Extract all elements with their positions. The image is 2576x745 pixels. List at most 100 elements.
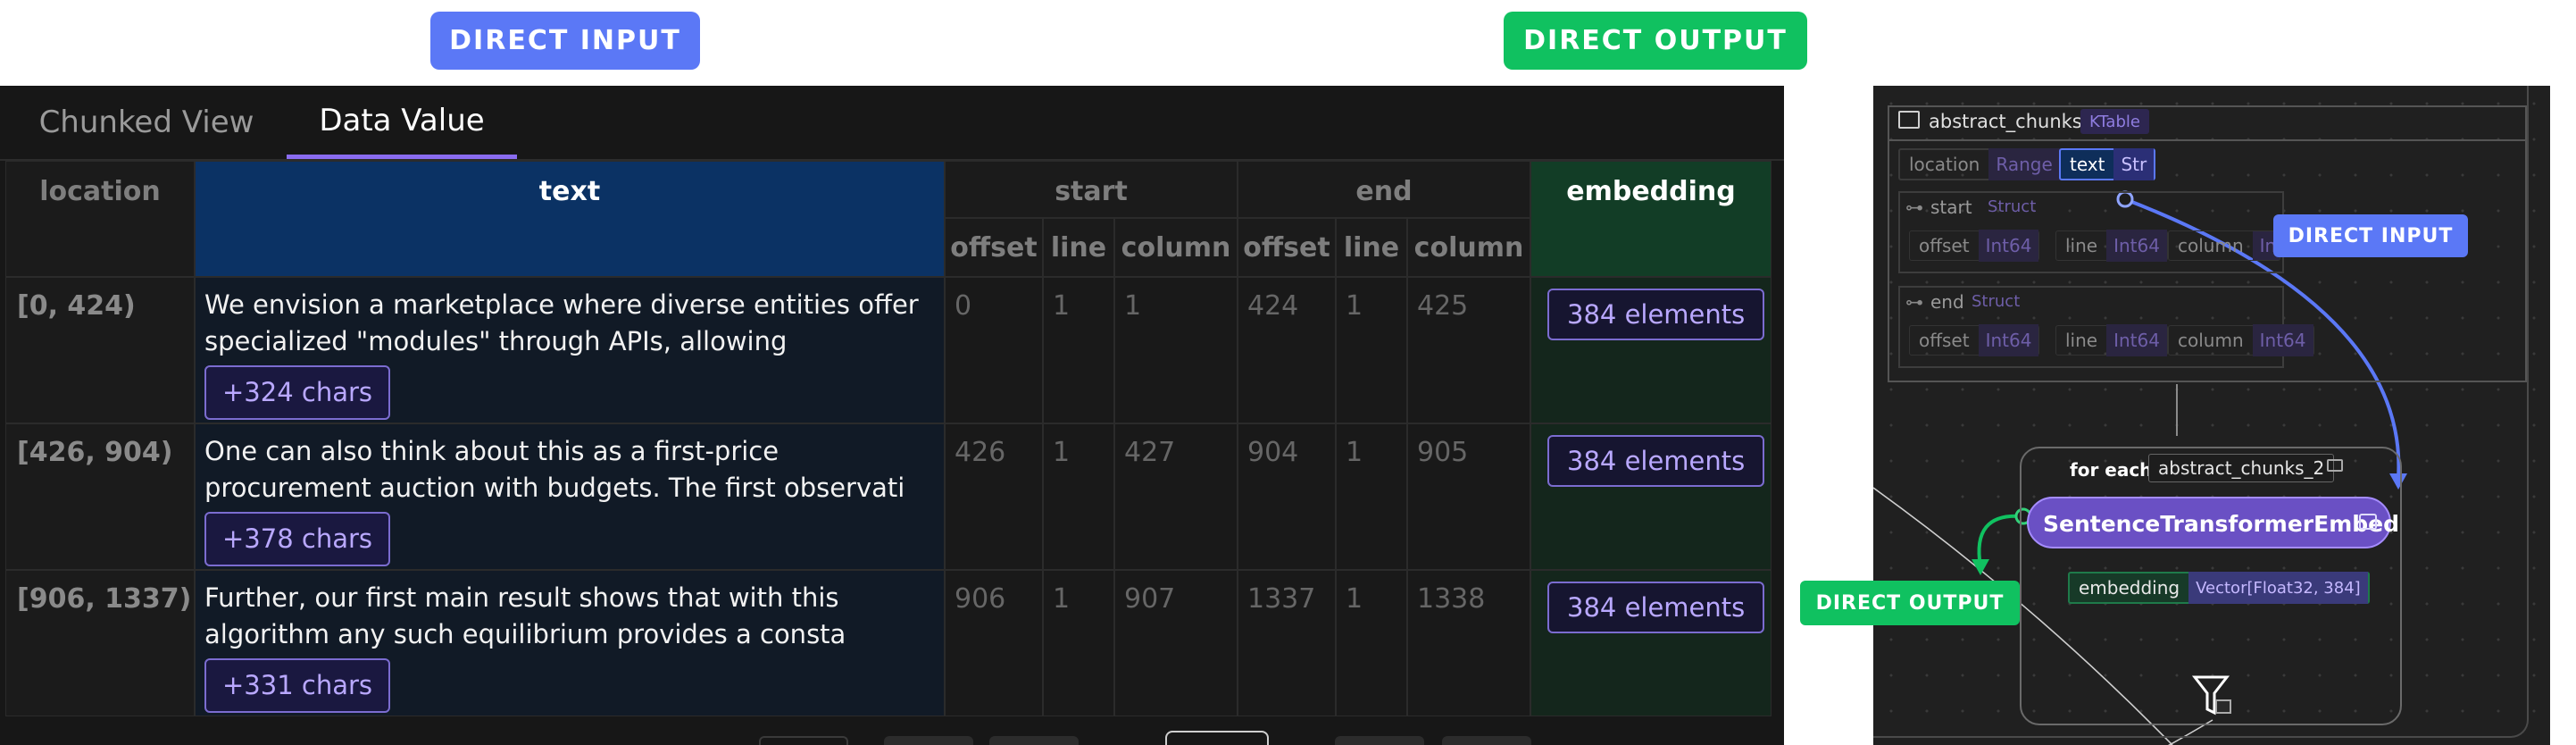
table-icon bbox=[1898, 111, 1920, 129]
output-field-embedding[interactable]: embedding Vector[Float32, 384] bbox=[2068, 572, 2370, 604]
table-row-location: [906, 1337) bbox=[5, 570, 195, 716]
field-type: Int64 bbox=[1978, 230, 2039, 262]
field-name: offset bbox=[1919, 330, 1970, 351]
header-embedding[interactable]: embedding bbox=[1530, 161, 1772, 277]
comment-icon[interactable] bbox=[2359, 514, 2377, 530]
field-type: Range bbox=[1988, 148, 2060, 180]
pagination-button[interactable] bbox=[989, 736, 1079, 745]
comment-icon[interactable] bbox=[2327, 459, 2343, 472]
field-type: Int64 bbox=[2252, 324, 2313, 356]
cell-embedding: 384 elements bbox=[1530, 277, 1772, 423]
field-name: text bbox=[2070, 154, 2105, 175]
table-node-name: abstract_chunks bbox=[1929, 111, 2082, 132]
field-name: line bbox=[2065, 330, 2098, 351]
pagination-button[interactable] bbox=[884, 736, 973, 745]
for-each-label: for each bbox=[2070, 459, 2153, 481]
field-start-line[interactable]: line Int64 bbox=[2055, 230, 2168, 262]
table-row-text: Further, our first main result shows tha… bbox=[195, 570, 945, 716]
cell-end-line: 1 bbox=[1336, 277, 1407, 423]
cell-end-offset: 1337 bbox=[1238, 570, 1336, 716]
struct-icon: ⊶ bbox=[1905, 197, 1923, 218]
field-name: column bbox=[2178, 235, 2244, 256]
field-name: line bbox=[2065, 235, 2098, 256]
text-line: procurement auction with budgets. The fi… bbox=[204, 473, 905, 503]
filter-icon[interactable] bbox=[2191, 674, 2245, 724]
cell-start-column: 427 bbox=[1114, 423, 1238, 570]
header-start[interactable]: start bbox=[945, 161, 1238, 218]
pagination bbox=[759, 731, 1545, 745]
field-end-column[interactable]: column Int64 bbox=[2168, 324, 2314, 356]
data-table-panel: Chunked View Data Value location text st… bbox=[0, 86, 1784, 745]
embedding-elements-button[interactable]: 384 elements bbox=[1547, 435, 1765, 487]
field-start-column[interactable]: column Int64 bbox=[2168, 230, 2280, 261]
subheader-end-line: line bbox=[1336, 218, 1407, 277]
field-name: column bbox=[2178, 330, 2244, 351]
cell-start-column: 1 bbox=[1114, 277, 1238, 423]
cell-start-offset: 0 bbox=[945, 277, 1043, 423]
direct-input-callout-graph: DIRECT INPUT bbox=[2273, 214, 2468, 257]
subheader-start-offset: offset bbox=[945, 218, 1043, 277]
field-type: Int64 bbox=[2106, 230, 2167, 262]
subheader-start-line: line bbox=[1043, 218, 1114, 277]
cell-end-line: 1 bbox=[1336, 423, 1407, 570]
table-row-text: One can also think about this as a first… bbox=[195, 423, 945, 570]
arrowhead-icon bbox=[1972, 559, 1989, 575]
field-end-offset[interactable]: offset Int64 bbox=[1909, 324, 2040, 356]
field-type: Vector[Float32, 384] bbox=[2188, 572, 2368, 604]
text-line: specialized "modules" through APIs, allo… bbox=[204, 326, 788, 356]
more-chars-button[interactable]: +378 chars bbox=[204, 512, 390, 566]
field-start-offset[interactable]: offset Int64 bbox=[1909, 230, 2040, 262]
header-end[interactable]: end bbox=[1238, 161, 1530, 218]
cell-end-offset: 904 bbox=[1238, 423, 1336, 570]
pagination-button[interactable] bbox=[759, 736, 848, 745]
cell-start-offset: 906 bbox=[945, 570, 1043, 716]
pagination-button[interactable] bbox=[1335, 736, 1424, 745]
subheader-end-offset: offset bbox=[1238, 218, 1336, 277]
more-chars-button[interactable]: +324 chars bbox=[204, 365, 390, 420]
text-line: One can also think about this as a first… bbox=[204, 436, 779, 466]
cell-end-column: 425 bbox=[1407, 277, 1530, 423]
struct-end-type: Struct bbox=[1972, 292, 2021, 311]
field-type: Int64 bbox=[2106, 324, 2167, 356]
cell-start-line: 1 bbox=[1043, 570, 1114, 716]
pagination-current-page[interactable] bbox=[1165, 731, 1269, 745]
struct-icon: ⊶ bbox=[1905, 291, 1923, 313]
flow-graph-panel: abstract_chunks KTable location Range te… bbox=[1873, 86, 2550, 745]
embedding-elements-button[interactable]: 384 elements bbox=[1547, 582, 1765, 633]
field-type: Str bbox=[2113, 148, 2155, 180]
for-each-target[interactable]: abstract_chunks_2 bbox=[2148, 454, 2335, 482]
tab-chunked-view[interactable]: Chunked View bbox=[32, 86, 261, 159]
field-location[interactable]: location Range bbox=[1898, 148, 2062, 180]
more-chars-button[interactable]: +331 chars bbox=[204, 658, 390, 713]
cell-start-column: 907 bbox=[1114, 570, 1238, 716]
cell-embedding: 384 elements bbox=[1530, 423, 1772, 570]
header-text[interactable]: text bbox=[195, 161, 945, 277]
field-text[interactable]: text Str bbox=[2059, 148, 2156, 180]
field-end-line[interactable]: line Int64 bbox=[2055, 324, 2168, 356]
cell-end-line: 1 bbox=[1336, 570, 1407, 716]
table-row-location: [0, 424) bbox=[5, 277, 195, 423]
field-name: location bbox=[1909, 154, 1980, 175]
view-tabs: Chunked View Data Value bbox=[0, 86, 1784, 161]
field-name: offset bbox=[1919, 235, 1970, 256]
pagination-button[interactable] bbox=[1442, 736, 1531, 745]
struct-start-name: start bbox=[1930, 197, 1972, 218]
struct-end-name: end bbox=[1930, 291, 1964, 313]
embedding-elements-button[interactable]: 384 elements bbox=[1547, 289, 1765, 340]
cell-embedding: 384 elements bbox=[1530, 570, 1772, 716]
cell-end-column: 905 bbox=[1407, 423, 1530, 570]
table-row-text: We envision a marketplace where diverse … bbox=[195, 277, 945, 423]
text-line: algorithm any such equilibrium provides … bbox=[204, 619, 846, 649]
direct-output-arrow bbox=[1977, 514, 2022, 567]
cell-start-line: 1 bbox=[1043, 423, 1114, 570]
function-node-name: SentenceTransformerEmbed bbox=[2043, 511, 2400, 537]
text-line: We envision a marketplace where diverse … bbox=[204, 289, 919, 320]
tab-data-value[interactable]: Data Value bbox=[287, 86, 517, 159]
direct-output-callout-graph: DIRECT OUTPUT bbox=[1800, 581, 2020, 625]
field-type: Int64 bbox=[1978, 324, 2039, 356]
cell-start-offset: 426 bbox=[945, 423, 1043, 570]
header-location[interactable]: location bbox=[5, 161, 195, 277]
cell-start-line: 1 bbox=[1043, 277, 1114, 423]
cell-end-column: 1338 bbox=[1407, 570, 1530, 716]
table-row-location: [426, 904) bbox=[5, 423, 195, 570]
